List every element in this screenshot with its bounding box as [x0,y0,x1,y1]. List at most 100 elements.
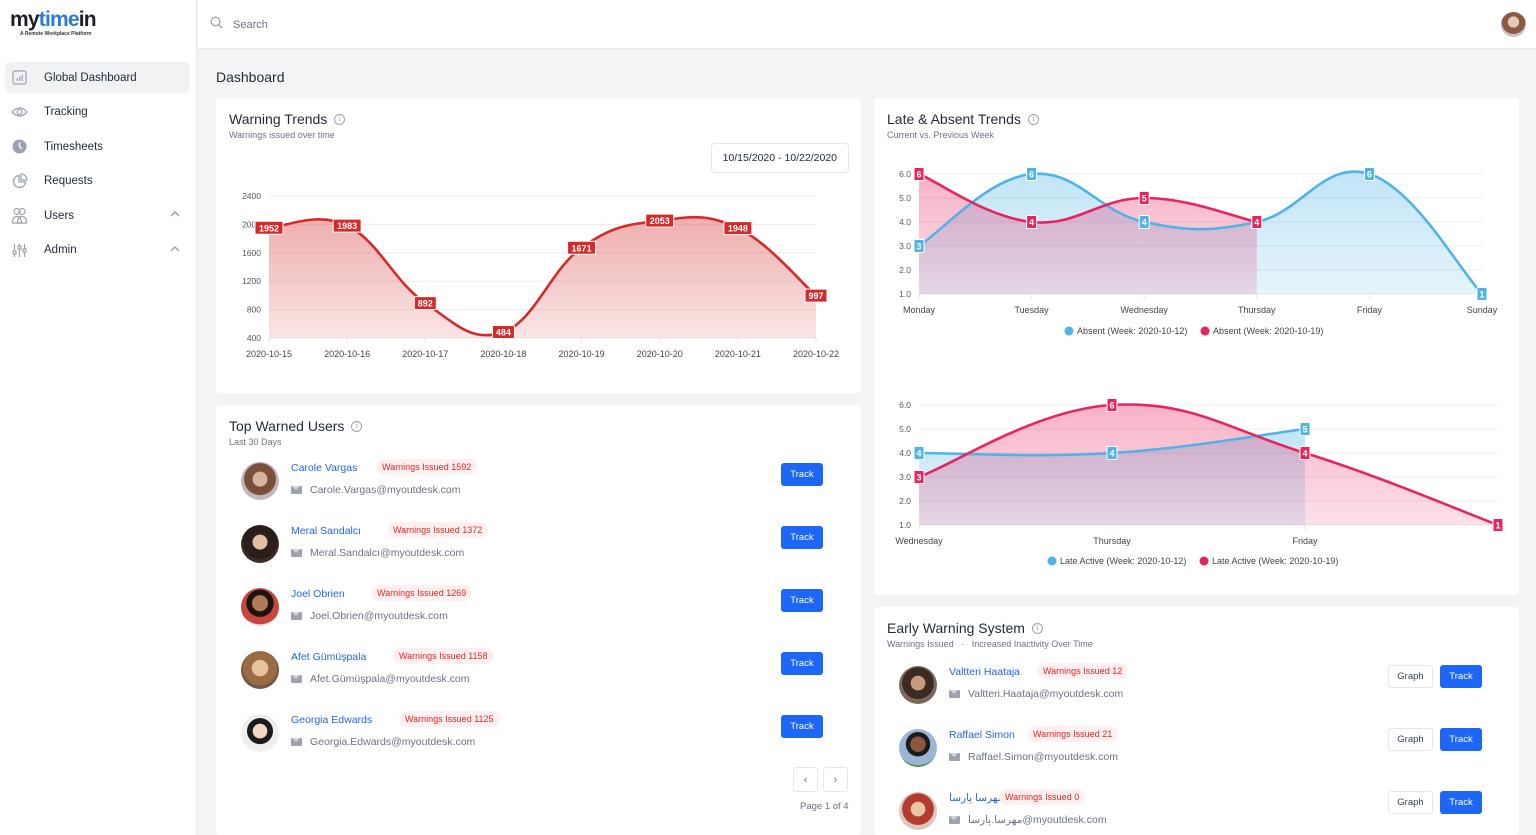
logo[interactable]: mytimein A Remote Workplace Platform [10,8,97,37]
sidebar-item-admin[interactable]: Admin [5,235,190,266]
data-label: 1952 [259,223,279,233]
warning-trends-subtitle: Warnings issued over time [229,130,335,140]
prev-page-button[interactable]: ‹ [793,767,818,792]
data-label-box [332,218,362,233]
list-item: Raffael Simon Warnings Issued 21 Raffael.S… [899,726,1499,779]
info-icon[interactable]: i [351,420,363,432]
warnings-badge: Warnings Issued 21 [1027,726,1119,742]
track-button[interactable]: Track [1440,665,1482,688]
y-tick-label: 3.0 [899,241,911,251]
user-name-link[interactable]: Valtteri Haataja [949,666,1020,678]
y-tick-label: 6.0 [899,400,911,410]
subtitle-inactivity[interactable]: Increased Inactivity Over Time [972,639,1093,649]
user-name-link[interactable]: Afet Gümüşpala [291,651,366,663]
user-name-link[interactable]: Raffael Simon [949,729,1015,741]
list-item: مهرسا پارسا Warnings Issued 0 مهرسا.پارسا@… [899,789,1499,835]
warning-trends-card: Warning Trends i Warnings issued over ti… [216,98,861,393]
avatar [241,651,279,689]
data-label: 6 [916,170,921,180]
subtitle-warnings-issued[interactable]: Warnings Issued [887,639,954,649]
data-label: 4 [1142,218,1147,228]
track-button[interactable]: Track [781,589,823,612]
x-tick-label: Friday [1357,305,1383,315]
user-email: Joel.Obrien@myoutdesk.com [291,610,448,622]
avatar [899,729,937,767]
track-button[interactable]: Track [781,715,823,738]
line-0-series-0 [268,215,817,337]
chevron-up-icon[interactable] [170,209,180,220]
search-input[interactable] [233,19,533,31]
data-label: 3 [916,242,921,252]
track-button[interactable]: Track [781,652,823,675]
x-tick-label: Sunday [1467,305,1498,315]
top-warned-title: Top Warned Users [229,418,345,434]
data-label: 1983 [337,221,357,231]
sidebar-item-timesheets[interactable]: Timesheets [5,131,190,162]
user-email: Carole.Vargas@myoutdesk.com [291,484,461,496]
sidebar-item-label: Admin [44,244,77,256]
legend-swatch [1199,556,1209,566]
x-tick-label: Tuesday [1015,305,1050,315]
user-email-text: Valtteri.Haataja@myoutdesk.com [968,688,1124,700]
y-tick-label: 400 [247,333,261,343]
user-email-text: Joel.Obrien@myoutdesk.com [310,610,448,622]
sidebar-item-users[interactable]: Users [5,200,190,231]
track-button[interactable]: Track [1440,728,1482,751]
subtitle-separator: · [961,639,965,649]
sidebar-item-label: Timesheets [44,140,104,153]
user-name-link[interactable]: Joel Obrien [291,588,345,600]
x-tick-label: Monday [903,305,936,315]
user-name-link[interactable]: مهرسا پارسا [949,792,1003,804]
data-label: 6 [1367,170,1372,180]
data-label: 484 [496,328,511,338]
x-tick-label: 2020-10-20 [637,349,683,359]
warnings-badge: Warnings Issued 1158 [393,648,494,664]
legend-swatch [1047,556,1057,566]
user-name-link[interactable]: Carole Vargas [291,462,357,474]
user-name-link[interactable]: Meral Sandalcı [291,525,361,537]
date-range-picker[interactable]: 10/15/2020 - 10/22/2020 [710,143,849,173]
eye-icon [11,104,28,121]
absent-chart: 1.0 2.0 3.0 4.0 5.0 6.0 Monday Tuesday Wednesday… [899,167,1498,336]
late-active-chart: 1.0 2.0 3.0 4.0 5.0 6.0 Wednesday Thursday Frida… [895,398,1504,566]
area-2-series-1 [919,404,1498,525]
sidebar-item-requests[interactable]: Requests [5,166,190,197]
sidebar-item-label: Users [44,209,75,222]
logo-text-my: my [10,8,40,31]
x-tick-label: Thursday [1238,305,1276,315]
y-tick-label: 2.0 [899,496,911,506]
next-page-button[interactable]: › [823,767,848,792]
data-label: 5 [1142,194,1147,204]
info-icon[interactable]: i [334,113,346,125]
top-warned-subtitle: Last 30 Days [229,437,282,447]
mail-icon [291,549,302,557]
early-warning-title: Early Warning System [887,620,1025,636]
avatar [241,462,279,500]
y-tick-label: 2400 [242,191,261,201]
user-avatar[interactable] [1501,12,1526,37]
user-email-text: Meral.Sandalcı@myoutdesk.com [310,547,465,559]
page-indicator: Page 1 of 4 [800,801,849,812]
warnings-badge: Warnings Issued 1592 [376,459,478,475]
data-label: 1948 [728,224,748,234]
card-title: Early Warning System i [887,620,1043,636]
graph-button[interactable]: Graph [1388,791,1433,814]
legend-swatch [1064,326,1074,336]
track-button[interactable]: Track [1440,791,1482,814]
track-button[interactable]: Track [781,463,823,486]
y-tick-label: 1.0 [899,289,911,299]
list-item: Afet Gümüşpala Warnings Issued 1158 Afet.G… [241,648,831,701]
user-name-link[interactable]: Georgia Edwards [291,714,372,726]
y-tick-label: 1.0 [899,520,911,530]
x-tick-label: Wednesday [1121,305,1169,315]
chevron-up-icon[interactable] [170,244,180,255]
graph-button[interactable]: Graph [1388,665,1433,688]
x-tick-label: 2020-10-18 [480,349,526,359]
track-button[interactable]: Track [781,526,823,549]
graph-button[interactable]: Graph [1388,728,1433,751]
sidebar-item-global-dashboard[interactable]: Global Dashboard [5,62,190,93]
avatar [241,714,279,752]
info-icon[interactable]: i [1031,622,1043,634]
sidebar-item-tracking[interactable]: Tracking [5,97,190,128]
top-warned-users-card: Top Warned Users i Last 30 Days Carole V… [216,405,861,835]
